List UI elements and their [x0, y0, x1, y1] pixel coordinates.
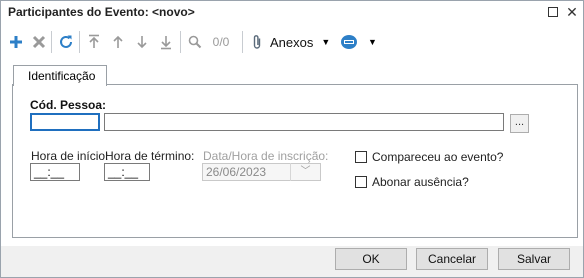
title-bar: Participantes do Evento: <novo> ✕	[1, 1, 583, 23]
toolbar-separator	[79, 31, 80, 53]
toolbar-separator	[180, 31, 181, 53]
hora-termino-label: Hora de término:	[105, 149, 195, 163]
previous-record-button[interactable]	[109, 31, 127, 53]
record-counter: 0/0	[212, 35, 230, 49]
caret-down-icon: ▼	[321, 37, 331, 47]
hora-inicio-input[interactable]: __:__	[30, 163, 80, 181]
toolbar: 0/0 Anexos ▼ ▼	[1, 25, 583, 59]
search-button[interactable]	[186, 31, 204, 53]
cod-pessoa-label: Cód. Pessoa:	[30, 98, 107, 112]
data-inscricao-input: 26/06/2023 ﹀	[202, 163, 321, 181]
button-bar: OK Cancelar Salvar	[1, 246, 583, 277]
refresh-icon	[60, 35, 72, 48]
toolbar-separator	[51, 31, 52, 53]
window-title: Participantes do Evento: <novo>	[8, 5, 195, 19]
lookup-button[interactable]: ...	[510, 114, 529, 133]
anexos-dropdown[interactable]: Anexos ▼	[250, 31, 334, 53]
last-record-button[interactable]	[157, 31, 175, 53]
print-dropdown[interactable]: ▼	[340, 31, 382, 53]
maximize-button[interactable]	[545, 4, 561, 20]
delete-button[interactable]	[30, 31, 48, 53]
main-panel: Identificação Cód. Pessoa: ... Hora de i…	[2, 60, 582, 246]
plus-icon	[10, 36, 22, 48]
arrow-up-icon	[113, 35, 123, 48]
paperclip-icon	[253, 35, 261, 49]
cod-pessoa-input[interactable]	[30, 113, 100, 131]
abonar-checkbox[interactable]	[355, 176, 367, 188]
arrow-to-bottom-icon	[161, 36, 171, 50]
x-icon	[32, 35, 46, 49]
abonar-label: Abonar ausência?	[372, 175, 469, 189]
chevron-down-icon: ﹀	[290, 163, 320, 181]
arrow-to-top-icon	[89, 34, 99, 48]
add-button[interactable]	[7, 31, 25, 53]
nome-pessoa-input[interactable]	[104, 113, 504, 131]
compareceu-checkbox[interactable]	[355, 151, 367, 163]
ok-button[interactable]: OK	[335, 248, 407, 270]
search-icon	[188, 35, 202, 49]
hora-inicio-label: Hora de início:	[31, 149, 109, 163]
tab-label: Identificação	[28, 69, 96, 83]
dialog-window: Participantes do Evento: <novo> ✕ 0/0 An…	[0, 0, 584, 278]
caret-down-icon: ▼	[368, 37, 377, 47]
data-inscricao-label: Data/Hora de inscrição:	[203, 149, 329, 163]
save-button[interactable]: Salvar	[498, 248, 570, 270]
cancel-button[interactable]: Cancelar	[416, 248, 488, 270]
anexos-label: Anexos	[270, 34, 314, 50]
arrow-down-icon	[137, 36, 147, 49]
tab-content: Cód. Pessoa: ... Hora de início: __:__ H…	[12, 84, 578, 238]
printer-icon	[341, 35, 357, 49]
data-inscricao-value: 26/06/2023	[206, 165, 267, 179]
next-record-button[interactable]	[133, 31, 151, 53]
hora-termino-input[interactable]: __:__	[104, 163, 150, 181]
close-button[interactable]: ✕	[564, 4, 580, 20]
first-record-button[interactable]	[85, 31, 103, 53]
toolbar-separator	[242, 31, 243, 53]
compareceu-label: Compareceu ao evento?	[372, 150, 504, 164]
refresh-button[interactable]	[57, 31, 75, 53]
tab-identificacao[interactable]: Identificação	[13, 65, 107, 86]
